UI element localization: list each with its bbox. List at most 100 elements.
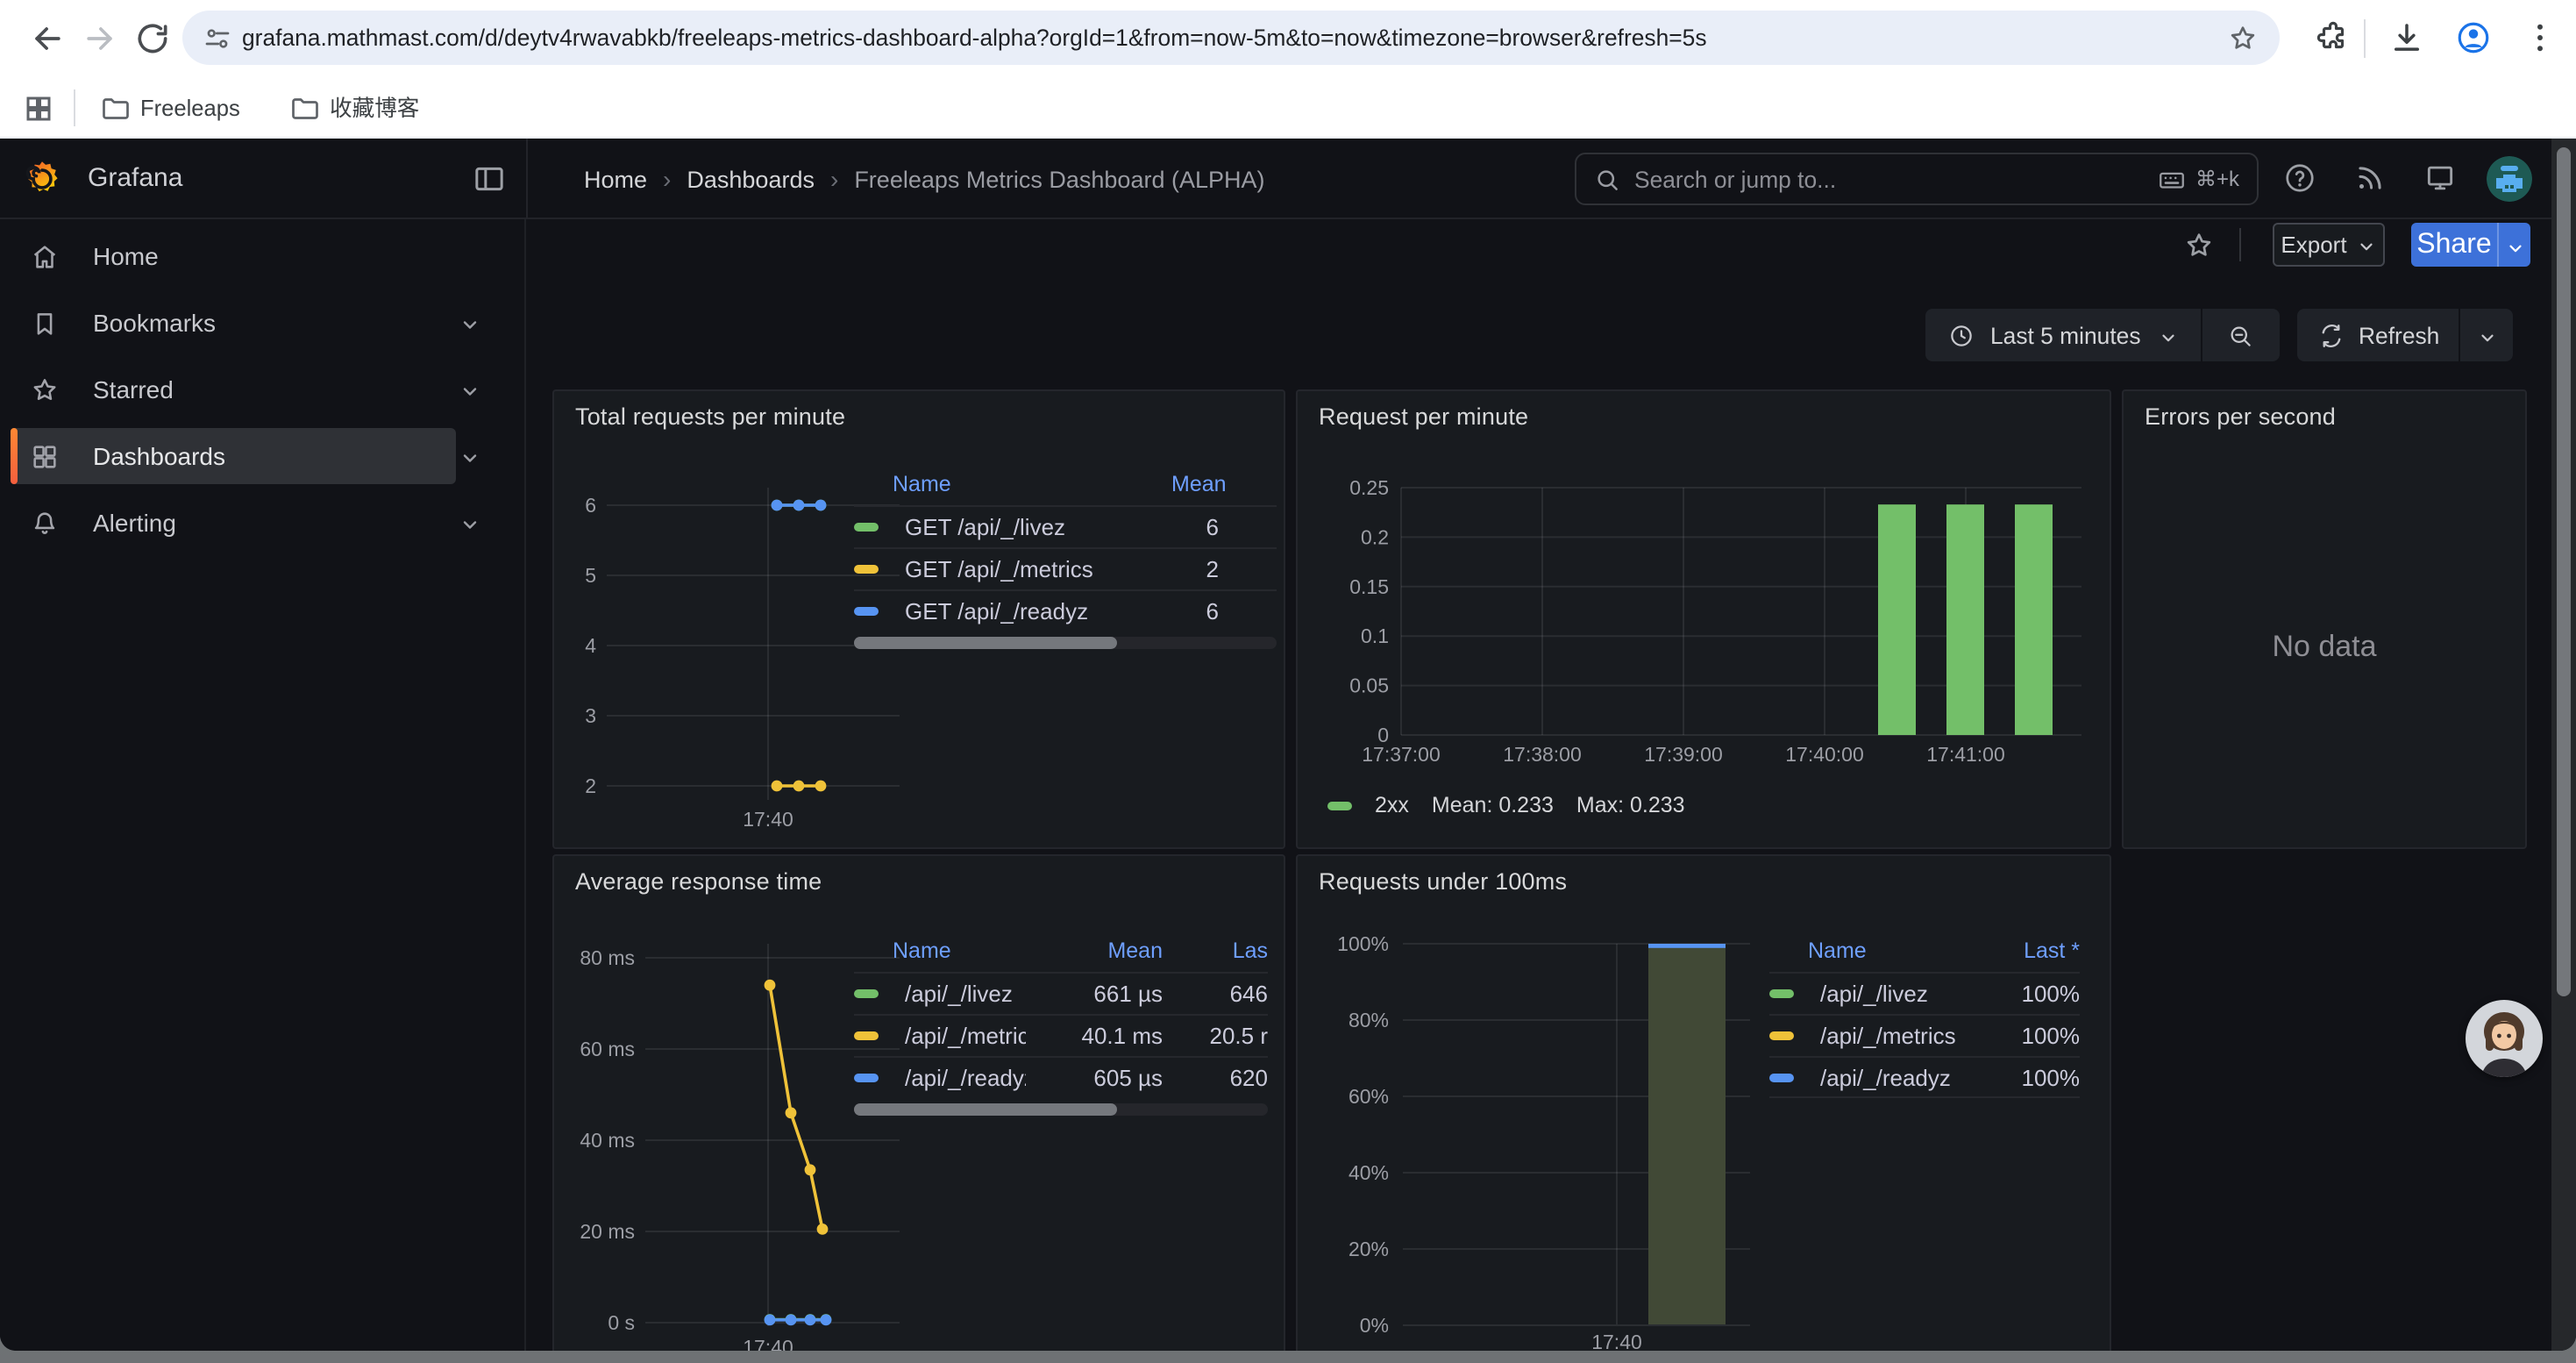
col-header-mean[interactable]: Mean: [1026, 938, 1163, 963]
apps-grid-icon[interactable]: [23, 92, 54, 124]
table-row[interactable]: /api/_/readyz 100%: [1769, 1056, 2080, 1098]
axis-tick-label: 17:40:00: [1785, 743, 1864, 766]
export-button[interactable]: Export: [2273, 223, 2385, 267]
sidebar-item-bookmarks[interactable]: Bookmarks: [11, 295, 456, 351]
bookmarks-divider: [74, 89, 75, 126]
scrollbar-thumb[interactable]: [2557, 147, 2571, 996]
series-name[interactable]: /api/_/metrics: [893, 1023, 1026, 1049]
page-scrollbar[interactable]: [2551, 139, 2576, 1351]
folder-icon[interactable]: [289, 92, 321, 124]
reload-icon[interactable]: [133, 19, 172, 58]
series-name[interactable]: /api/_/readyz: [893, 1065, 1026, 1091]
search-icon: [1594, 166, 1620, 192]
chevron-down-icon[interactable]: [459, 312, 480, 333]
col-header-last[interactable]: Last *: [1982, 938, 2080, 963]
series-name[interactable]: /api/_/livez: [893, 981, 1026, 1007]
favorite-star-icon[interactable]: [2183, 230, 2215, 261]
series-mean: 2: [1171, 556, 1277, 582]
breadcrumb-dashboards[interactable]: Dashboards: [687, 166, 815, 192]
share-button[interactable]: Share: [2411, 223, 2530, 267]
time-range-label[interactable]: Last 5 minutes: [1990, 322, 2141, 348]
bookmark-star-icon[interactable]: [2227, 22, 2259, 54]
url-bar[interactable]: grafana.mathmast.com/d/deytv4rwavabkb/fr…: [182, 11, 2280, 65]
table-row[interactable]: GET /api/_/livez 6: [854, 505, 1277, 547]
legend-table: NameMean GET /api/_/livez 6 GET /api/_/m…: [854, 463, 1277, 649]
data-point: [793, 500, 805, 511]
refresh-label[interactable]: Refresh: [2359, 322, 2439, 348]
table-row[interactable]: GET /api/_/readyz 6: [854, 589, 1277, 632]
axis-tick-label: 0 s: [608, 1311, 635, 1334]
user-avatar[interactable]: [2487, 156, 2532, 202]
download-icon[interactable]: [2388, 19, 2425, 56]
col-header-name[interactable]: Name: [893, 472, 1171, 496]
series-name[interactable]: /api/_/readyz: [1808, 1064, 1982, 1090]
toolbar-divider: [2364, 19, 2366, 58]
sidebar-item-alerting[interactable]: Alerting: [11, 495, 456, 551]
chevron-down-icon[interactable]: [2159, 325, 2178, 345]
sidebar-item-starred[interactable]: Starred: [11, 361, 456, 417]
monitor-kiosk-icon[interactable]: [2423, 161, 2457, 195]
folder-icon[interactable]: [100, 92, 132, 124]
no-data-message: No data: [2124, 630, 2525, 665]
col-header-name[interactable]: Name: [893, 938, 1026, 963]
site-settings-icon[interactable]: [202, 22, 233, 54]
extensions-icon[interactable]: [2315, 19, 2352, 56]
back-icon[interactable]: [28, 19, 67, 58]
legend-mean: Mean: 0.233: [1432, 793, 1554, 817]
grafana-logo[interactable]: [23, 160, 61, 198]
chevron-down-icon[interactable]: [459, 512, 480, 533]
series-name[interactable]: GET /api/_/livez: [893, 514, 1171, 540]
bookmark-folder-label[interactable]: Freeleaps: [140, 77, 240, 139]
table-row[interactable]: /api/_/livez 100%: [1769, 972, 2080, 1014]
home-icon: [30, 241, 60, 271]
data-point: [805, 1314, 816, 1325]
floating-assistant-avatar[interactable]: [2466, 1000, 2543, 1077]
table-scrollbar[interactable]: [854, 1103, 1268, 1116]
col-header-last[interactable]: Las: [1163, 938, 1268, 963]
legend-series[interactable]: 2xx: [1375, 793, 1409, 817]
help-icon[interactable]: [2283, 161, 2316, 195]
zoom-out-icon[interactable]: [2228, 322, 2254, 348]
series-last: 646: [1163, 981, 1268, 1007]
bookmark-folder-label[interactable]: 收藏博客: [330, 77, 419, 139]
search-box[interactable]: ⌘+k: [1575, 153, 2259, 205]
dashboard-content: Export Share Last 5 minutes R: [526, 219, 2551, 1351]
panel-title[interactable]: Total requests per minute: [575, 403, 845, 430]
sidebar-toggle-icon[interactable]: [472, 161, 507, 196]
panel-title[interactable]: Errors per second: [2145, 403, 2336, 430]
table-row[interactable]: /api/_/livez 661 µs 646: [854, 972, 1268, 1014]
search-input[interactable]: [1634, 166, 2157, 192]
forward-icon[interactable]: [81, 19, 119, 58]
brand-name[interactable]: Grafana: [88, 139, 182, 219]
axis-tick-label: 17:40: [743, 1336, 793, 1351]
table-row[interactable]: /api/_/metrics 40.1 ms 20.5 r: [854, 1014, 1268, 1056]
panel-title[interactable]: Requests under 100ms: [1319, 868, 1567, 895]
table-scrollbar[interactable]: [854, 637, 1277, 649]
table-row[interactable]: /api/_/metrics 100%: [1769, 1014, 2080, 1056]
panel-total-requests: Total requests per minute 6543217:40 Nam…: [552, 389, 1285, 849]
axis-tick-label: 0.2: [1361, 525, 1389, 548]
table-row[interactable]: GET /api/_/metrics 2: [854, 547, 1277, 589]
share-label[interactable]: Share: [2411, 223, 2497, 267]
breadcrumb-home[interactable]: Home: [584, 166, 647, 192]
series-mean: 661 µs: [1026, 981, 1163, 1007]
profile-icon[interactable]: [2455, 19, 2492, 56]
chevron-down-icon[interactable]: [459, 379, 480, 400]
series-name[interactable]: /api/_/metrics: [1808, 1023, 1982, 1049]
panel-title[interactable]: Average response time: [575, 868, 822, 895]
col-header-mean[interactable]: Mean: [1171, 472, 1277, 496]
series-name[interactable]: /api/_/livez: [1808, 981, 1982, 1007]
chevron-down-icon[interactable]: [2477, 325, 2496, 345]
browser-menu-icon[interactable]: [2522, 19, 2558, 56]
series-name[interactable]: GET /api/_/readyz: [893, 598, 1171, 624]
table-row[interactable]: /api/_/readyz 605 µs 620: [854, 1056, 1268, 1098]
chevron-down-icon[interactable]: [459, 446, 480, 467]
share-menu-chevron[interactable]: [2497, 223, 2530, 267]
sidebar-item-dashboards[interactable]: Dashboards: [11, 428, 456, 484]
col-header-name[interactable]: Name: [1808, 938, 1982, 963]
url-text[interactable]: grafana.mathmast.com/d/deytv4rwavabkb/fr…: [242, 11, 2241, 65]
news-rss-icon[interactable]: [2353, 161, 2387, 195]
series-name[interactable]: GET /api/_/metrics: [893, 556, 1171, 582]
panel-title[interactable]: Request per minute: [1319, 403, 1528, 430]
sidebar-item-home[interactable]: Home: [11, 228, 456, 284]
